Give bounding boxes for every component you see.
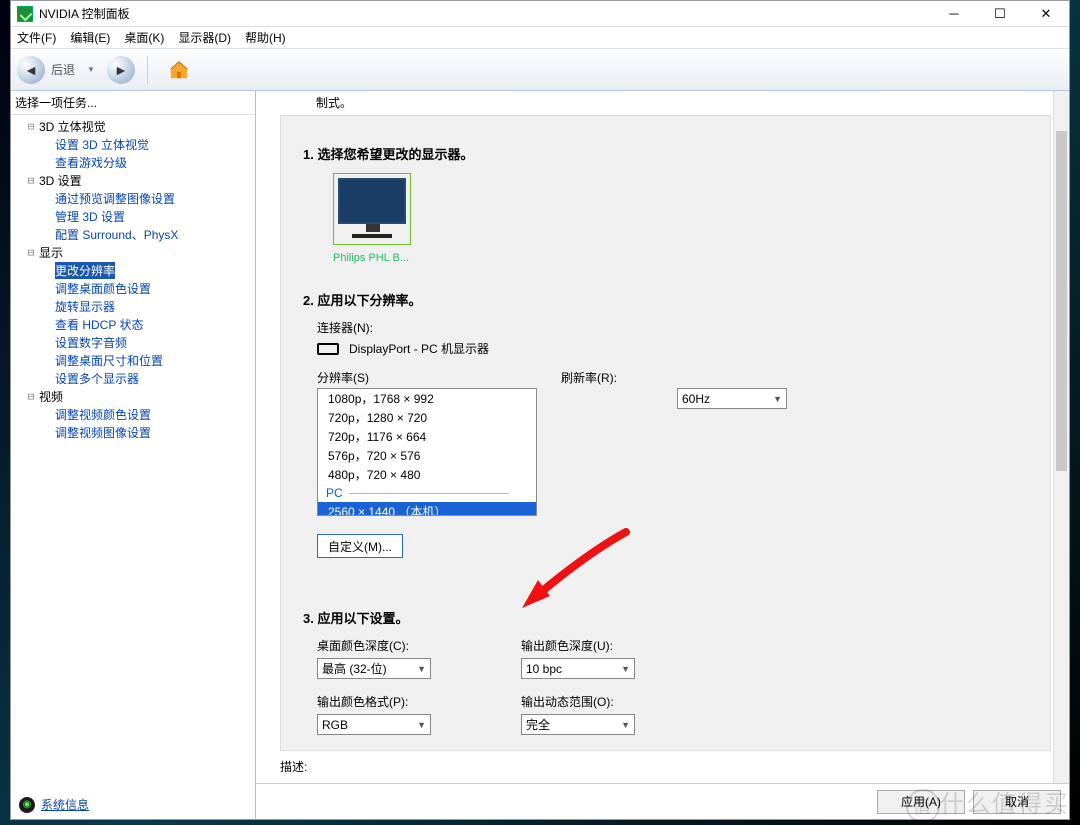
back-button[interactable]: ◄ xyxy=(17,56,45,84)
menubar: 文件(F) 编辑(E) 桌面(K) 显示器(D) 帮助(H) xyxy=(11,27,1069,49)
output-format-dropdown[interactable]: RGB▼ xyxy=(317,714,431,735)
res-item-selected[interactable]: 2560 × 1440 （本机） xyxy=(318,502,536,516)
nvidia-control-panel-window: NVIDIA 控制面板 ─ ☐ ✕ 文件(F) 编辑(E) 桌面(K) 显示器(… xyxy=(10,0,1070,820)
cat-video[interactable]: 视频 xyxy=(39,388,63,405)
res-item[interactable]: 576p，720 × 576 xyxy=(318,446,536,465)
dynamic-range-dropdown[interactable]: 完全▼ xyxy=(521,714,635,735)
truncated-text: 制式。 xyxy=(316,94,352,111)
menu-file[interactable]: 文件(F) xyxy=(17,29,56,46)
item-desktop-color[interactable]: 调整桌面颜色设置 xyxy=(55,280,151,297)
toolbar: ◄ 后退 ▼ ► xyxy=(11,49,1069,91)
refresh-dropdown[interactable]: 60Hz▼ xyxy=(677,388,787,409)
item-view-game-rating[interactable]: 查看游戏分级 xyxy=(55,154,127,171)
chevron-down-icon: ▼ xyxy=(417,664,426,674)
window-title: NVIDIA 控制面板 xyxy=(39,5,130,22)
refresh-label: 刷新率(R): xyxy=(561,369,617,386)
expand-icon[interactable]: ⊟ xyxy=(23,246,39,259)
sysinfo-icon: ◉ xyxy=(19,797,35,813)
close-button[interactable]: ✕ xyxy=(1023,1,1069,27)
connector-value: DisplayPort - PC 机显示器 xyxy=(349,340,489,357)
sidebar-heading: 选择一项任务... xyxy=(11,91,255,115)
nvidia-icon xyxy=(17,6,33,22)
output-format-label: 输出颜色格式(P): xyxy=(317,693,431,710)
resolution-listbox[interactable]: 1080p，1768 × 992 720p，1280 × 720 720p，11… xyxy=(317,388,537,516)
res-item[interactable]: 720p，1176 × 664 xyxy=(318,427,536,446)
res-item[interactable]: 1080p，1768 × 992 xyxy=(318,389,536,408)
minimize-button[interactable]: ─ xyxy=(931,1,977,27)
item-preview-image[interactable]: 通过预览调整图像设置 xyxy=(55,190,175,207)
customize-button[interactable]: 自定义(M)... xyxy=(317,534,403,558)
titlebar[interactable]: NVIDIA 控制面板 ─ ☐ ✕ xyxy=(11,1,1069,27)
connector-label: 连接器(N): xyxy=(317,319,1028,336)
displayport-icon xyxy=(317,343,339,355)
item-video-color[interactable]: 调整视频颜色设置 xyxy=(55,406,151,423)
item-rotate-display[interactable]: 旋转显示器 xyxy=(55,298,115,315)
menu-help[interactable]: 帮助(H) xyxy=(245,29,286,46)
output-depth-label: 输出颜色深度(U): xyxy=(521,637,635,654)
expand-icon[interactable]: ⊟ xyxy=(23,390,39,403)
step3-label: 3. 应用以下设置。 xyxy=(303,608,1028,627)
desktop-depth-label: 桌面颜色深度(C): xyxy=(317,637,431,654)
item-change-resolution[interactable]: 更改分辨率 xyxy=(55,262,115,279)
chevron-down-icon: ▼ xyxy=(621,664,630,674)
resolution-label: 分辨率(S) xyxy=(317,369,369,386)
expand-icon[interactable]: ⊟ xyxy=(23,120,39,133)
item-desktop-size[interactable]: 调整桌面尺寸和位置 xyxy=(55,352,163,369)
step2-label: 2. 应用以下分辨率。 xyxy=(303,290,1028,309)
forward-button[interactable]: ► xyxy=(107,56,135,84)
item-manage-3d[interactable]: 管理 3D 设置 xyxy=(55,208,125,225)
expand-icon[interactable]: ⊟ xyxy=(23,174,39,187)
menu-edit[interactable]: 编辑(E) xyxy=(70,29,110,46)
main-panel: 制式。 1. 选择您希望更改的显示器。 Philips PHL B... 2. … xyxy=(256,91,1069,819)
item-digital-audio[interactable]: 设置数字音频 xyxy=(55,334,127,351)
chevron-down-icon: ▼ xyxy=(621,720,630,730)
settings-panel: 1. 选择您希望更改的显示器。 Philips PHL B... 2. 应用以下… xyxy=(280,115,1051,751)
maximize-button[interactable]: ☐ xyxy=(977,1,1023,27)
back-dropdown-icon[interactable]: ▼ xyxy=(87,65,95,74)
cat-3d-stereo[interactable]: 3D 立体视觉 xyxy=(39,118,106,135)
task-tree[interactable]: ⊟3D 立体视觉 设置 3D 立体视觉 查看游戏分级 ⊟3D 设置 通过预览调整… xyxy=(11,115,255,819)
res-item[interactable]: 720p，1280 × 720 xyxy=(318,408,536,427)
item-video-image[interactable]: 调整视频图像设置 xyxy=(55,424,151,441)
chevron-down-icon: ▼ xyxy=(417,720,426,730)
output-depth-dropdown[interactable]: 10 bpc▼ xyxy=(521,658,635,679)
item-hdcp-status[interactable]: 查看 HDCP 状态 xyxy=(55,316,143,333)
monitor-name: Philips PHL B... xyxy=(333,252,1028,264)
cat-display[interactable]: 显示 xyxy=(39,244,63,261)
description-label: 描述: xyxy=(280,758,1051,775)
cat-3d-settings[interactable]: 3D 设置 xyxy=(39,172,82,189)
menu-display[interactable]: 显示器(D) xyxy=(178,29,231,46)
dynamic-range-label: 输出动态范围(O): xyxy=(521,693,635,710)
step1-label: 1. 选择您希望更改的显示器。 xyxy=(303,144,1028,163)
item-set-3d-stereo[interactable]: 设置 3D 立体视觉 xyxy=(55,136,149,153)
item-surround-physx[interactable]: 配置 Surround、PhysX xyxy=(55,226,178,243)
desktop-depth-dropdown[interactable]: 最高 (32-位)▼ xyxy=(317,658,431,679)
item-multi-display[interactable]: 设置多个显示器 xyxy=(55,370,139,387)
monitor-thumbnail[interactable] xyxy=(333,173,411,245)
home-icon[interactable] xyxy=(168,59,190,81)
main-scrollbar[interactable] xyxy=(1053,91,1069,783)
menu-desktop[interactable]: 桌面(K) xyxy=(124,29,164,46)
task-sidebar: 选择一项任务... ⊟3D 立体视觉 设置 3D 立体视觉 查看游戏分级 ⊟3D… xyxy=(11,91,256,819)
watermark: 值什么值得买 xyxy=(906,784,1070,823)
res-item[interactable]: 480p，720 × 480 xyxy=(318,465,536,484)
system-info-link[interactable]: 系统信息 xyxy=(41,796,89,813)
chevron-down-icon: ▼ xyxy=(773,394,782,404)
back-label: 后退 xyxy=(51,61,75,78)
res-group-pc: PC xyxy=(318,484,536,502)
